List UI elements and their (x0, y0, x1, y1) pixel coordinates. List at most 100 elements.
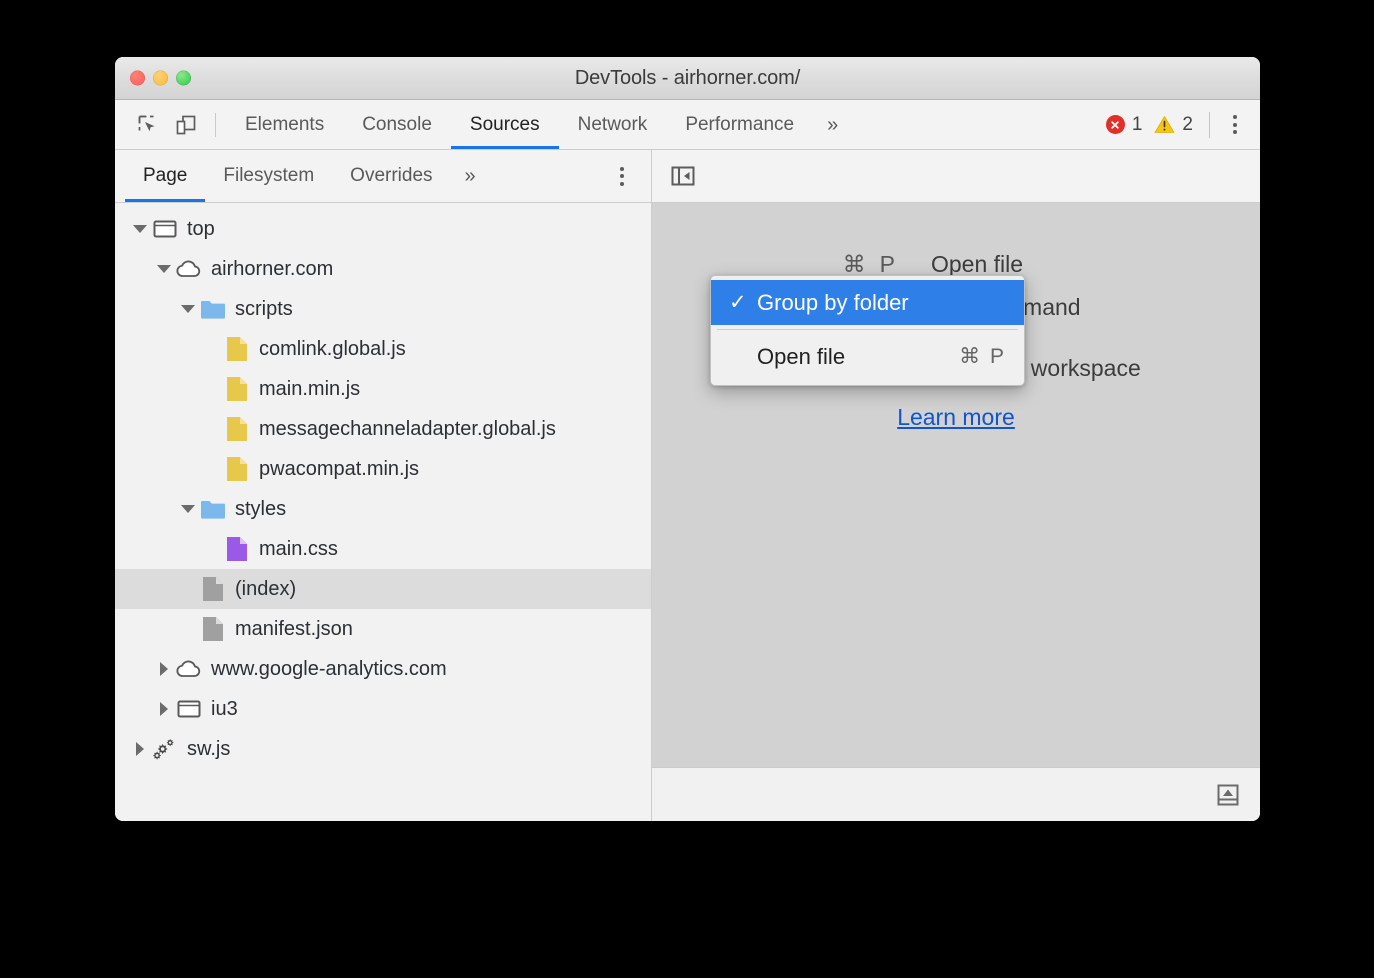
key-cmd: ⌘ (843, 251, 866, 278)
tree-item-label: (index) (235, 579, 296, 599)
tree-item-label: comlink.global.js (259, 339, 406, 359)
toolbar-right-group: 1 2 (1100, 108, 1260, 142)
shortcut-row: ⌘ P Open file (681, 251, 1231, 278)
tree-item-label: manifest.json (235, 619, 353, 639)
tree-item-top[interactable]: top (115, 209, 651, 249)
navigator-toolbar: Page Filesystem Overrides » (115, 150, 1260, 203)
js-file-icon (223, 415, 251, 443)
tab-console[interactable]: Console (343, 100, 451, 149)
tree-item-label: scripts (235, 299, 293, 319)
tab-sources[interactable]: Sources (451, 100, 559, 149)
tree-item-label: styles (235, 499, 286, 519)
navigator-tab-label: Overrides (350, 165, 432, 187)
devtools-body: top airhorner.com scripts comlink.global… (115, 203, 1260, 821)
tree-item-manifest-json[interactable]: manifest.json (115, 609, 651, 649)
device-toolbar-icon[interactable] (167, 106, 205, 144)
window-title: DevTools - airhorner.com/ (115, 67, 1260, 90)
checkmark-icon: ✓ (729, 290, 757, 315)
tree-item-messagechanneladapter-global-js[interactable]: messagechanneladapter.global.js (115, 409, 651, 449)
collapse-panel-icon[interactable] (670, 163, 696, 189)
tree-item-main-css[interactable]: main.css (115, 529, 651, 569)
shortcut-keys: ⌘ P (681, 251, 931, 278)
close-window-button[interactable] (130, 71, 145, 86)
navigator-tab-label: Filesystem (223, 165, 314, 187)
warning-count-badge[interactable]: 2 (1148, 114, 1199, 136)
tab-label: Console (362, 114, 432, 136)
error-count-badge[interactable]: 1 (1100, 114, 1149, 136)
context-menu-item-group-by-folder[interactable]: ✓ Group by folder (711, 280, 1024, 325)
twisty-down-icon[interactable] (177, 289, 199, 329)
tab-network[interactable]: Network (559, 100, 667, 149)
devtools-window: DevTools - airhorner.com/ Elements Conso… (115, 57, 1260, 821)
key-letter: P (880, 251, 895, 278)
js-file-icon (223, 455, 251, 483)
navigator-tab-overrides[interactable]: Overrides (332, 150, 450, 202)
twisty-down-icon[interactable] (129, 209, 151, 249)
traffic-light-group (130, 71, 191, 86)
twisty-down-icon[interactable] (177, 489, 199, 529)
twisty-placeholder (201, 369, 223, 409)
sources-statusbar (652, 767, 1260, 821)
inspect-element-icon[interactable] (129, 106, 167, 144)
tree-item-iu3[interactable]: iu3 (115, 689, 651, 729)
navigator-toolbar-right (652, 150, 1260, 202)
tree-item-airhorner-com[interactable]: airhorner.com (115, 249, 651, 289)
twisty-placeholder (177, 569, 199, 609)
frame-icon (175, 695, 203, 723)
tree-item-label: main.min.js (259, 379, 360, 399)
tab-label: Sources (470, 114, 540, 136)
navigator-context-menu[interactable]: ✓ Group by folder Open file ⌘ P (710, 275, 1025, 386)
tree-item-label: www.google-analytics.com (211, 659, 447, 679)
tree-item-label: airhorner.com (211, 259, 333, 279)
context-menu-item-shortcut: ⌘ P (959, 344, 1006, 369)
main-menu-kebab-icon[interactable] (1220, 108, 1250, 142)
tree-item-www-google-analytics-com[interactable]: www.google-analytics.com (115, 649, 651, 689)
css-file-icon (223, 535, 251, 563)
tab-label: Performance (685, 114, 794, 136)
tab-elements[interactable]: Elements (226, 100, 343, 149)
tree-item-scripts[interactable]: scripts (115, 289, 651, 329)
more-navigator-tabs-chevron-icon[interactable]: » (451, 166, 490, 186)
devtools-panel-tabbar: Elements Console Sources Network Perform… (115, 100, 1260, 150)
service-worker-icon (151, 735, 179, 763)
tree-item-label: messagechanneladapter.global.js (259, 419, 556, 439)
twisty-right-icon[interactable] (153, 689, 175, 729)
warning-count: 2 (1182, 114, 1193, 136)
minimize-window-button[interactable] (153, 71, 168, 86)
toolbar-divider (215, 113, 216, 137)
cloud-icon (175, 255, 203, 283)
js-file-icon (223, 375, 251, 403)
twisty-right-icon[interactable] (153, 649, 175, 689)
tab-label: Network (578, 114, 648, 136)
tree-item-sw-js[interactable]: sw.js (115, 729, 651, 769)
navigator-tab-page[interactable]: Page (125, 150, 205, 202)
document-file-icon (199, 615, 227, 643)
tree-item-pwacompat-min-js[interactable]: pwacompat.min.js (115, 449, 651, 489)
navigator-more-options-kebab-icon[interactable] (607, 159, 637, 193)
learn-more-link[interactable]: Learn more (897, 404, 1015, 431)
navigator-toolbar-left: Page Filesystem Overrides » (115, 150, 652, 202)
tree-item-comlink-global-js[interactable]: comlink.global.js (115, 329, 651, 369)
toolbar-divider (1209, 112, 1210, 138)
navigator-file-tree[interactable]: top airhorner.com scripts comlink.global… (115, 203, 652, 821)
shortcut-description: Open file (931, 251, 1231, 278)
tab-label: Elements (245, 114, 324, 136)
tree-item-label: main.css (259, 539, 338, 559)
context-menu-item-open-file[interactable]: Open file ⌘ P (711, 334, 1024, 379)
tree-item-main-min-js[interactable]: main.min.js (115, 369, 651, 409)
twisty-right-icon[interactable] (129, 729, 151, 769)
tree-item-label: pwacompat.min.js (259, 459, 419, 479)
twisty-down-icon[interactable] (153, 249, 175, 289)
zoom-window-button[interactable] (176, 71, 191, 86)
window-titlebar: DevTools - airhorner.com/ (115, 57, 1260, 100)
error-count: 1 (1132, 114, 1143, 136)
show-drawer-icon[interactable] (1214, 781, 1242, 809)
tree-item-index[interactable]: (index) (115, 569, 651, 609)
more-panels-chevron-icon[interactable]: » (813, 115, 852, 135)
context-menu-separator (717, 329, 1018, 330)
navigator-tab-filesystem[interactable]: Filesystem (205, 150, 332, 202)
document-file-icon (199, 575, 227, 603)
tab-performance[interactable]: Performance (666, 100, 813, 149)
js-file-icon (223, 335, 251, 363)
tree-item-styles[interactable]: styles (115, 489, 651, 529)
